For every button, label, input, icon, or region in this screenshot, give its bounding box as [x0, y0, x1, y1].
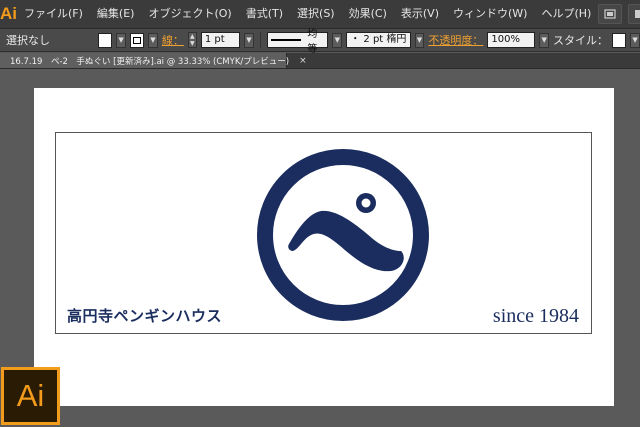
- opacity-field[interactable]: 100%: [487, 32, 536, 48]
- menu-view[interactable]: 表示(V): [394, 0, 446, 28]
- style-label: スタイル：: [553, 34, 609, 47]
- opacity-label[interactable]: 不透明度：: [428, 32, 483, 48]
- chevron-down-icon[interactable]: ▼: [148, 32, 158, 48]
- divider: [259, 32, 261, 48]
- canvas-area[interactable]: 高円寺ペンギンハウス since 1984: [0, 69, 640, 427]
- app-logo: Ai: [0, 4, 17, 23]
- since-text[interactable]: since 1984: [493, 305, 579, 328]
- style-swatch[interactable]: [612, 32, 627, 48]
- stroke-swatch[interactable]: [129, 32, 145, 48]
- design-frame[interactable]: 高円寺ペンギンハウス since 1984: [55, 132, 592, 334]
- stroke-weight-stepper[interactable]: ▲ ▼: [187, 32, 197, 48]
- menu-edit[interactable]: 編集(E): [90, 0, 142, 28]
- brush-definition-select[interactable]: ・ 2 pt 楕円: [346, 32, 411, 48]
- selection-status: 選択なし: [6, 34, 50, 47]
- illustrator-logo-badge: Ai: [1, 367, 60, 425]
- stroke-profile-line: [270, 39, 302, 41]
- menu-select[interactable]: 選択(S): [290, 0, 342, 28]
- stroke-weight-field[interactable]: 1 pt: [200, 32, 241, 48]
- close-icon[interactable]: ×: [299, 56, 313, 66]
- menu-object[interactable]: オブジェクト(O): [141, 0, 238, 28]
- menu-window[interactable]: ウィンドウ(W): [446, 0, 534, 28]
- control-bar: 選択なし ▼ ▼ 線： ▲ ▼ 1 pt ▼ 均等 ▼ ・ 2 pt 楕円 ▼ 不…: [0, 29, 640, 55]
- artboard[interactable]: 高円寺ペンギンハウス since 1984: [34, 88, 614, 406]
- stroke-label[interactable]: 線：: [162, 32, 184, 48]
- bridge-icon[interactable]: [598, 4, 623, 24]
- menu-effect[interactable]: 効果(C): [342, 0, 394, 28]
- menu-type[interactable]: 書式(T): [239, 0, 290, 28]
- document-tab[interactable]: 16.7.19 ペ-2 手ぬぐい [更新済み].ai @ 33.33% (CMY…: [0, 53, 307, 68]
- chevron-down-icon[interactable]: ▼: [414, 32, 425, 48]
- company-name[interactable]: 高円寺ペンギンハウス: [67, 305, 222, 326]
- chevron-down-icon[interactable]: ▼: [539, 32, 550, 48]
- menu-file[interactable]: ファイル(F): [17, 0, 90, 28]
- menu-help[interactable]: ヘルプ(H): [534, 0, 598, 28]
- chevron-down-icon[interactable]: ▼: [116, 32, 126, 48]
- stroke-profile-label: 均等: [307, 29, 318, 55]
- document-tab-label: 16.7.19 ペ-2 手ぬぐい [更新済み].ai @ 33.33% (CMY…: [10, 56, 290, 67]
- chevron-down-icon[interactable]: ▼: [332, 32, 343, 48]
- chevron-down-icon[interactable]: ▼: [630, 32, 640, 48]
- chevron-down-icon[interactable]: ▼: [244, 32, 254, 48]
- document-tab-bar: 16.7.19 ペ-2 手ぬぐい [更新済み].ai @ 33.33% (CMY…: [0, 53, 640, 69]
- penguin-logo-mark[interactable]: [255, 147, 431, 323]
- stroke-profile-select[interactable]: 均等: [266, 29, 329, 55]
- workspace-switcher-icon[interactable]: [628, 4, 640, 24]
- fill-swatch[interactable]: [98, 32, 113, 48]
